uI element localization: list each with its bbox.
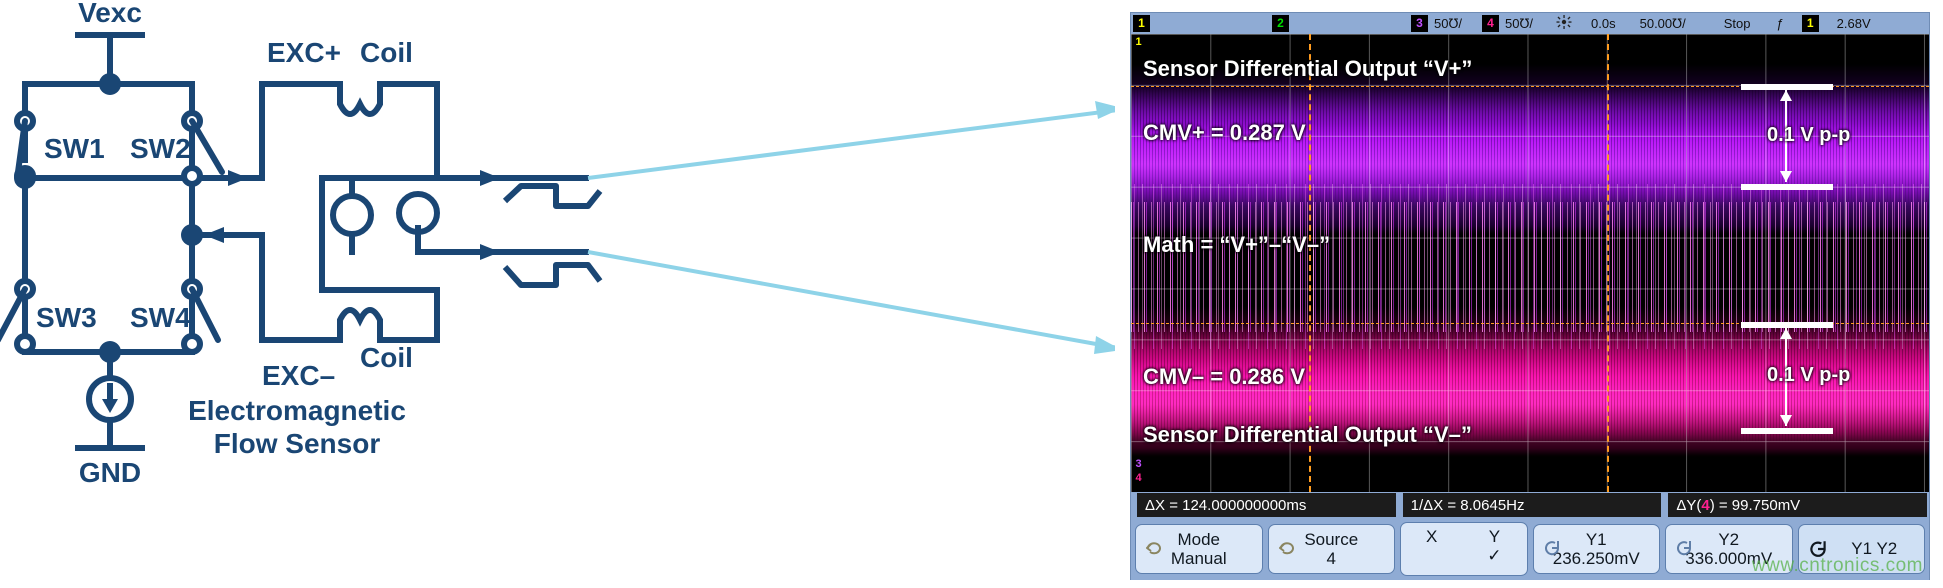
channel-3-scale: 50℧/ [1434, 15, 1463, 31]
measurement-inverse-delta-x: 1/ΔX = 8.0645Hz [1398, 493, 1662, 517]
softkey-mode-title: Mode [1177, 529, 1221, 549]
label-gnd: GND [79, 457, 141, 488]
electrode-left [330, 193, 374, 237]
waveform-glyph-bottom [502, 262, 603, 288]
scope-top-status-bar: 1 2 3 50℧/ 4 50℧/ 0.0s 50.00℧/ Stop ƒ 1 … [1131, 13, 1929, 34]
channel-1-ground-marker[interactable]: 1 [1132, 36, 1145, 49]
brightness-icon[interactable] [1555, 14, 1573, 33]
label-sw1: SW1 [44, 133, 105, 164]
measurement-delta-y-prefix: ΔY( [1676, 496, 1702, 514]
channel-4-scale: 50℧/ [1505, 15, 1534, 31]
coil-top-symbol [337, 81, 383, 117]
annotation-pp-top: 0.1 V p-p [1767, 124, 1851, 146]
measurement-delta-y-suffix: ) = 99.750mV [1709, 496, 1801, 514]
annotation-cmv-minus: CMV– = 0.286 V [1143, 364, 1306, 389]
channel-1-badge[interactable]: 1 [1133, 15, 1150, 32]
node-exc-plus [14, 167, 36, 189]
label-exc-plus: EXC+ [267, 37, 341, 68]
softkey-xy-select[interactable]: X Y ✓ [1400, 522, 1528, 576]
waveform-glyph-top [502, 183, 603, 209]
softkey-source[interactable]: Source 4 [1267, 524, 1395, 574]
softkey-y1-value: 236.250mV [1552, 549, 1640, 568]
annotation-pp-bottom: 0.1 V p-p [1767, 364, 1851, 386]
trigger-slope-icon: ƒ [1776, 16, 1784, 31]
waveform-display[interactable]: 1 3 4 Sensor Differential Output “V+” CM… [1131, 34, 1929, 492]
entry-knob-icon [1144, 538, 1164, 558]
pp-marker-bottom-lower [1741, 428, 1833, 434]
annotation-math-label: Math = “V+”–“V–” [1143, 232, 1331, 257]
label-sw3: SW3 [36, 302, 97, 333]
softkey-y1-title: Y1 [1585, 529, 1607, 549]
annotation-v-plus-title: Sensor Differential Output “V+” [1143, 56, 1473, 81]
softkey-y2-title: Y2 [1718, 529, 1740, 549]
callout-arrow-top [1095, 101, 1115, 119]
sw2-terminal-bottom [181, 165, 203, 187]
channel-3-badge[interactable]: 3 [1411, 15, 1428, 32]
annotation-cmv-plus: CMV+ = 0.287 V [1143, 120, 1306, 145]
exc-plus-arrow [228, 170, 248, 186]
channel-3-ground-marker[interactable]: 3 [1132, 458, 1145, 471]
rotary-knob-icon [1542, 538, 1562, 558]
circuit-schematic: Vexc GND SW1 SW2 SW3 SW4 EXC+ Coil Coil … [0, 0, 1115, 588]
softkey-y1[interactable]: Y1 236.250mV [1532, 524, 1660, 574]
entry-knob-icon [1277, 538, 1297, 558]
node-gnd [99, 341, 121, 363]
label-sensor-line2: Flow Sensor [214, 428, 381, 459]
channel-4-badge[interactable]: 4 [1482, 15, 1500, 32]
timebase-value: 50.00℧/ [1639, 15, 1686, 31]
label-sw2: SW2 [130, 133, 191, 164]
sw3-terminal-bottom [14, 333, 36, 355]
label-vexc: Vexc [78, 0, 142, 28]
measurement-delta-y: ΔY(4) = 99.750mV [1664, 493, 1928, 517]
site-watermark: www.cntronics.com [1751, 555, 1923, 576]
run-state[interactable]: Stop [1720, 16, 1755, 31]
softkey-source-value: 4 [1326, 549, 1336, 568]
delay-value: 0.0s [1591, 16, 1616, 31]
sw3-blade [0, 286, 28, 343]
coil-bottom-symbol [337, 307, 383, 343]
label-sensor-line1: Electromagnetic [188, 395, 406, 426]
check-icon: ✓ [1487, 546, 1502, 566]
trigger-level: 2.68V [1836, 16, 1871, 31]
measurement-delta-y-channel: 4 [1701, 496, 1710, 514]
trigger-source-badge[interactable]: 1 [1801, 15, 1819, 32]
signal-arrow-top [480, 170, 500, 186]
callout-line-top [587, 108, 1115, 180]
channel-2-badge[interactable]: 2 [1272, 15, 1289, 32]
channel-4-ground-marker[interactable]: 4 [1132, 472, 1145, 485]
sw2-blade [189, 118, 225, 175]
callout-arrow-bottom [1094, 336, 1115, 354]
pp-marker-top-lower [1741, 184, 1833, 190]
label-sw4: SW4 [130, 302, 191, 333]
softkey-mode-value: Manual [1170, 549, 1227, 568]
softkey-mode[interactable]: Mode Manual [1135, 524, 1263, 574]
measurement-strip: ΔX = 124.000000000ms 1/ΔX = 8.0645Hz ΔY(… [1131, 492, 1929, 518]
sw4-blade [189, 286, 221, 343]
node-vexc [99, 73, 121, 95]
label-coil-bottom: Coil [360, 342, 413, 373]
annotation-v-minus-title: Sensor Differential Output “V–” [1143, 422, 1472, 447]
label-coil-top: Coil [360, 37, 413, 68]
exc-minus-arrow [204, 227, 224, 243]
cursor-x2-line[interactable] [1607, 34, 1609, 492]
oscilloscope-screenshot: 1 2 3 50℧/ 4 50℧/ 0.0s 50.00℧/ Stop ƒ 1 … [1130, 12, 1930, 580]
softkey-source-title: Source [1304, 529, 1359, 549]
callout-line-bottom [587, 250, 1115, 350]
sw4-terminal-bottom [181, 333, 203, 355]
softkey-y-label: Y [1488, 527, 1501, 546]
measurement-delta-x: ΔX = 124.000000000ms [1133, 493, 1396, 517]
label-exc-minus: EXC– [262, 360, 335, 391]
rotary-knob-icon [1674, 538, 1694, 558]
signal-arrow-bottom [480, 244, 500, 260]
softkey-x-label: X [1425, 527, 1438, 546]
